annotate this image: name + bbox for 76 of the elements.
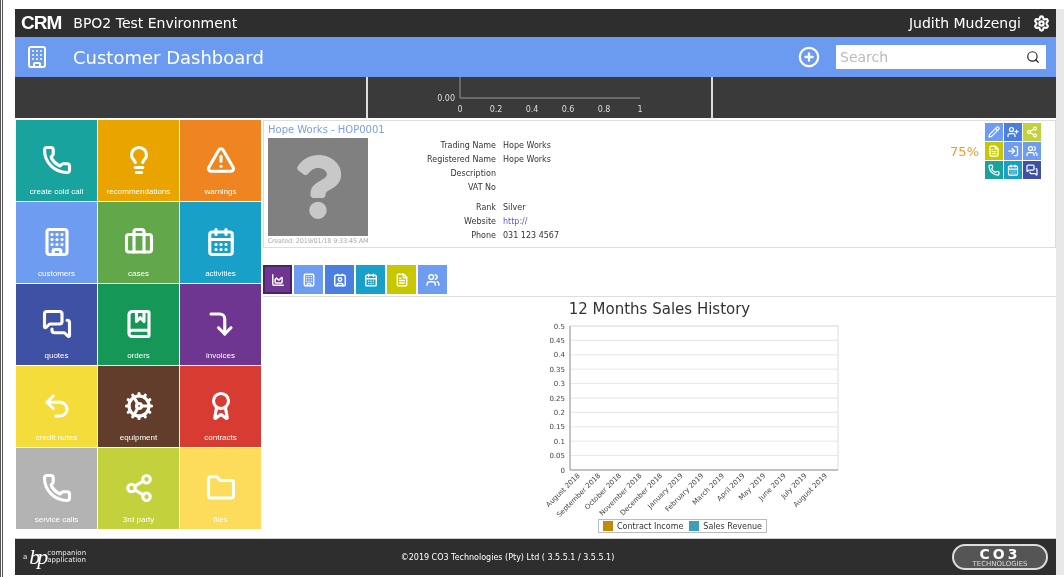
- dashboard-tile[interactable]: recommendations: [98, 120, 179, 201]
- add-icon[interactable]: [798, 46, 820, 68]
- building-icon: [25, 45, 49, 69]
- calendar-icon: [363, 272, 378, 287]
- axis-label: 0.6: [561, 105, 575, 114]
- dashboard-tile[interactable]: 3rd party: [98, 448, 179, 529]
- axis-label: 0.8: [597, 105, 611, 114]
- dashboard-tile[interactable]: service calls: [16, 448, 97, 529]
- completion-percent: 75%: [950, 143, 979, 159]
- pencil-icon: [988, 126, 1000, 138]
- calendar-icon: [205, 227, 236, 257]
- dashboard-tile[interactable]: create cold call: [16, 120, 97, 201]
- calendar-icon: [1007, 164, 1019, 176]
- axis-label: 0: [457, 105, 463, 114]
- dashboard-tile[interactable]: equipment: [98, 366, 179, 447]
- action-button[interactable]: [1004, 123, 1022, 141]
- field-value: Silver: [503, 203, 527, 214]
- phone-icon: [41, 145, 72, 175]
- document-icon: [988, 145, 1000, 157]
- field-value: Hope Works: [503, 155, 552, 166]
- dashboard-tile[interactable]: invoices: [180, 284, 261, 365]
- share-icon: [123, 473, 154, 503]
- action-button[interactable]: [1023, 161, 1041, 179]
- dashboard-tile[interactable]: customers: [16, 202, 97, 283]
- legend-label: Contract Income: [616, 521, 684, 531]
- field-value: 031 123 4567: [503, 231, 559, 242]
- field-label: Phone: [470, 231, 496, 242]
- phone-icon: [41, 473, 72, 503]
- folder-icon: [205, 473, 236, 503]
- phone-icon: [988, 164, 1000, 176]
- dashboard-tile[interactable]: quotes: [16, 284, 97, 365]
- action-button[interactable]: [1004, 161, 1022, 179]
- field-value: Hope Works: [503, 141, 552, 152]
- document-icon: [394, 272, 409, 287]
- share-icon: [1026, 126, 1038, 138]
- building-icon: [301, 272, 316, 287]
- users-icon: [425, 272, 440, 287]
- dashboard-tile[interactable]: activities: [180, 202, 261, 283]
- search-field[interactable]: Search: [836, 45, 1046, 69]
- chart-title: 12 Months Sales History: [568, 300, 751, 318]
- dashboard-tile[interactable]: cases: [98, 202, 179, 283]
- settings-icon[interactable]: [1033, 14, 1050, 32]
- add-user-icon: [1007, 126, 1019, 138]
- dashboard-tile[interactable]: warnings: [180, 120, 261, 201]
- chat-bubbles-icon: [1026, 164, 1038, 176]
- action-button[interactable]: [985, 161, 1003, 179]
- login-icon: [1007, 145, 1019, 157]
- briefcase-icon: [123, 227, 154, 257]
- crm-logo: CRM: [21, 12, 62, 34]
- website-link[interactable]: http://: [503, 217, 559, 229]
- axis-label: 0.2: [489, 105, 503, 114]
- environment-title: BPO2 Test Environment: [73, 15, 239, 31]
- user-name[interactable]: Judith Mudzengi: [908, 15, 1021, 31]
- contact-book-icon: [332, 272, 347, 287]
- tab[interactable]: [263, 265, 292, 294]
- field-label: Trading Name: [439, 141, 496, 152]
- axis-label: 0.00: [437, 94, 455, 103]
- page-title: Customer Dashboard: [73, 46, 265, 68]
- axis-label: 1: [637, 105, 643, 114]
- search-icon[interactable]: [1026, 50, 1040, 64]
- area-chart-icon: [270, 272, 285, 287]
- copyright-text: ©2019 CO3 Technologies (Pty) Ltd ( 3.5.5.1 / 3.5.5.1): [399, 552, 616, 562]
- customer-title: Hope Works - HOP0001: [268, 124, 385, 135]
- chat-bubbles-icon: [41, 309, 72, 339]
- warning-icon: [205, 145, 236, 175]
- bp-logo: bp: [29, 544, 46, 570]
- dashboard-tile[interactable]: contracts: [180, 366, 261, 447]
- users-icon: [1026, 145, 1038, 157]
- field-label: Registered Name: [426, 155, 496, 166]
- field-label: Rank: [475, 203, 496, 214]
- field-label: Website: [463, 217, 496, 228]
- legend-label: Sales Revenue: [703, 521, 763, 531]
- field-label: Description: [449, 169, 496, 180]
- field-label: VAT No: [466, 183, 496, 194]
- axis-label: 0.4: [525, 105, 539, 114]
- dashboard-tile[interactable]: orders: [98, 284, 179, 365]
